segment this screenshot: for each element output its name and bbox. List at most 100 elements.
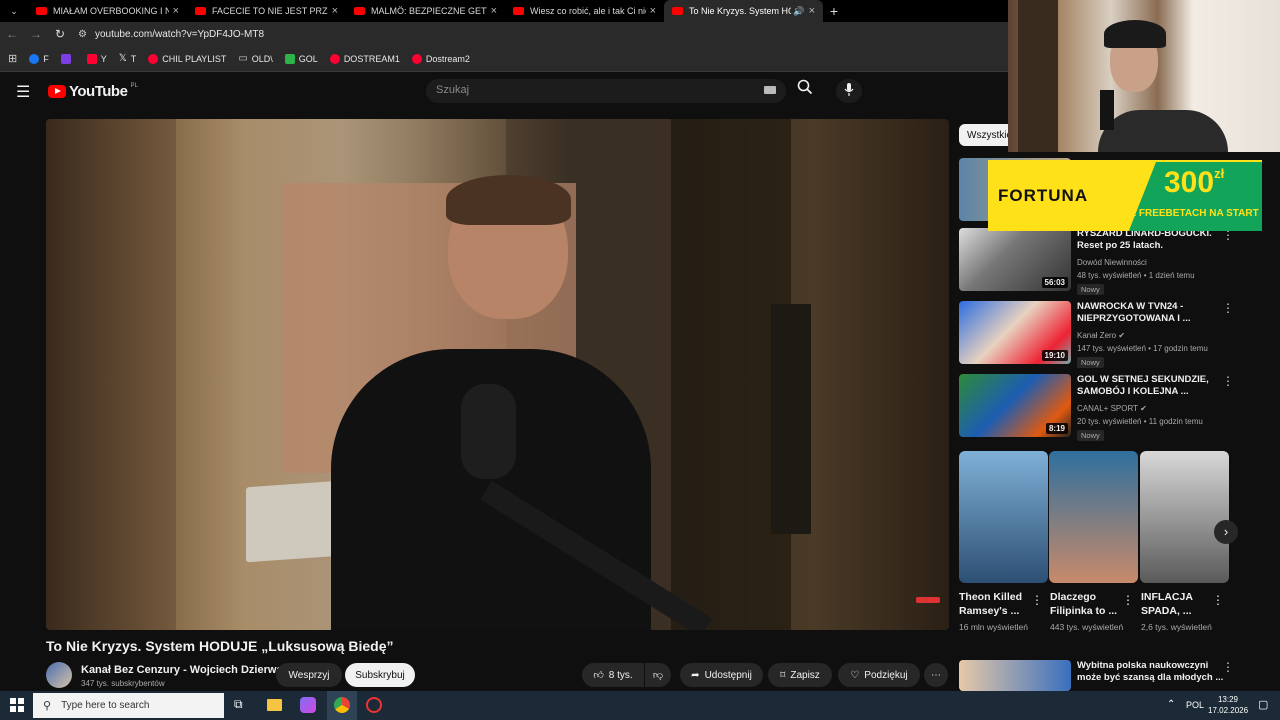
recommendation-title[interactable]: RYSZARD LINARD-BOGUCKI. Reset po 25 lata… — [1077, 228, 1227, 252]
close-tab-icon[interactable]: × — [491, 5, 497, 17]
shorts-next-button[interactable]: › — [1214, 520, 1238, 544]
bookmark-label: Dostream2 — [425, 53, 470, 64]
new-badge: Nowy — [1077, 357, 1104, 368]
recommendation-title[interactable]: Wybitna polska naukowczyni może być szan… — [1077, 660, 1227, 684]
recommendation-channel[interactable]: Dowód Niewinności — [1077, 257, 1227, 269]
bookmark-item[interactable] — [60, 53, 75, 64]
bookmark-label: DOSTREAM1 — [343, 53, 400, 64]
channel-name[interactable]: Kanał Bez Cenzury - Wojciech Dzierwa — [81, 664, 283, 676]
recommendation-meta: 147 tys. wyświetleń • 17 godzin temu — [1077, 344, 1208, 353]
browser-tab[interactable]: MALMÖ: BEZPIECZNE GETTO × — [346, 0, 505, 22]
language-indicator[interactable]: POL — [1186, 700, 1204, 710]
browser-tab[interactable]: Wiesz co robić, ale i tak Ci nie w × — [505, 0, 664, 22]
clock[interactable]: 13:29 17.02.2026 — [1208, 694, 1248, 716]
more-vertical-icon[interactable]: ⋮ — [1212, 593, 1224, 607]
youtube-favicon-icon — [354, 7, 365, 15]
browser-tab[interactable]: FACECIE TO NIE JEST PRZYPAD × — [187, 0, 346, 22]
browser-tab-active[interactable]: To Nie Kryzys. System HOD 🔊 × — [664, 0, 823, 22]
short-thumbnail[interactable] — [1140, 451, 1229, 583]
recommendation-item[interactable]: Wybitna polska naukowczyni może być szan… — [959, 660, 1259, 691]
browser-tab[interactable]: MIAŁAM OVERBOOKING I NIE × — [28, 0, 187, 22]
task-view-icon[interactable]: ⧉ — [234, 697, 243, 712]
save-button[interactable]: ⌑ Zapisz — [768, 663, 832, 687]
tray-chevron-up-icon[interactable]: ⌃ — [1167, 699, 1175, 710]
video-player[interactable] — [46, 119, 949, 630]
search-placeholder: Szukaj — [436, 84, 470, 96]
streamer-headset — [1104, 20, 1166, 48]
recommendation-title[interactable]: GOL W SETNEJ SEKUNDZIE, SAMOBÓJ I KOLEJN… — [1077, 374, 1227, 398]
forward-arrow-icon[interactable]: → — [24, 27, 48, 41]
close-tab-icon[interactable]: × — [173, 5, 179, 17]
search-button[interactable] — [792, 79, 818, 103]
video-thumbnail[interactable]: 8:19 — [959, 374, 1071, 437]
bookmark-item[interactable]: Y — [86, 53, 107, 64]
site-info-icon[interactable]: ⚙ — [78, 29, 87, 40]
bookmark-item[interactable]: GOL — [284, 53, 318, 64]
tab-title: FACECIE TO NIE JEST PRZYPAD — [212, 6, 328, 16]
url-text: youtube.com/watch?v=YpDF4JO-MT8 — [94, 28, 265, 40]
short-title[interactable]: Theon Killed Ramsey's ... — [959, 590, 1039, 618]
close-tab-icon[interactable]: × — [809, 5, 815, 17]
like-button[interactable]: 👍︎ 8 tys. — [582, 663, 644, 687]
file-explorer-icon[interactable] — [267, 699, 282, 711]
subscribe-watermark[interactable] — [916, 597, 940, 603]
ad-tagline: WE FREEBETACH NA START — [1120, 208, 1259, 219]
more-actions-button[interactable]: ⋯ — [924, 663, 948, 687]
youtube-logo[interactable]: YouTube PL — [48, 83, 138, 100]
bookmark-item[interactable]: DOSTREAM1 — [329, 53, 400, 64]
hamburger-menu-icon[interactable]: ☰ — [16, 82, 30, 102]
new-tab-icon[interactable]: + — [823, 3, 845, 19]
bookmark-item[interactable]: Dostream2 — [411, 53, 470, 64]
share-button[interactable]: ➦ Udostępnij — [680, 663, 763, 687]
ad-amount: 300zł — [1164, 166, 1224, 200]
play-button-plaque — [246, 480, 341, 563]
video-thumbnail[interactable]: 56:03 — [959, 228, 1071, 291]
channel-avatar[interactable] — [46, 662, 72, 688]
thanks-button[interactable]: ♡ Podziękuj — [838, 663, 920, 687]
recommendation-channel[interactable]: Kanał Zero ✔ — [1077, 330, 1227, 342]
bookmark-item[interactable]: F — [29, 53, 49, 64]
short-title[interactable]: Dlaczego Filipinka to ... — [1050, 590, 1130, 618]
reload-icon[interactable]: ↻ — [48, 27, 72, 41]
close-tab-icon[interactable]: × — [650, 5, 656, 17]
bookmark-label: CHIL PLAYLIST — [162, 53, 227, 64]
video-thumbnail[interactable] — [959, 660, 1071, 691]
short-thumbnail[interactable] — [1049, 451, 1138, 583]
support-button[interactable]: Wesprzyj — [276, 663, 342, 687]
bookmark-item[interactable]: CHIL PLAYLIST — [148, 53, 227, 64]
bookmark-item[interactable]: 𝕏T — [119, 53, 137, 64]
channel-label: CANAL+ SPORT — [1077, 404, 1138, 413]
more-vertical-icon[interactable]: ⋮ — [1222, 660, 1234, 674]
search-input[interactable]: Szukaj — [426, 79, 786, 103]
back-arrow-icon[interactable]: ← — [0, 27, 24, 41]
recommendation-channel[interactable]: CANAL+ SPORT ✔ — [1077, 403, 1227, 415]
short-title[interactable]: INFLACJA SPADA, ... — [1141, 590, 1221, 618]
apps-grid-icon[interactable]: ⊞ — [8, 52, 17, 65]
more-vertical-icon[interactable]: ⋮ — [1031, 593, 1043, 607]
short-views: 16 mln wyświetleń — [959, 622, 1028, 632]
keyboard-icon[interactable] — [764, 86, 776, 94]
more-vertical-icon[interactable]: ⋮ — [1222, 301, 1234, 315]
taskbar-active-app[interactable] — [327, 691, 357, 720]
subscribe-button[interactable]: Subskrybuj — [345, 663, 415, 687]
more-vertical-icon[interactable]: ⋮ — [1122, 593, 1134, 607]
bookmark-folder[interactable]: ▭ OLD\ — [238, 53, 272, 64]
close-tab-icon[interactable]: × — [332, 5, 338, 17]
tab-title: To Nie Kryzys. System HOD — [689, 6, 792, 16]
more-vertical-icon[interactable]: ⋮ — [1222, 374, 1234, 388]
notifications-icon[interactable]: ▢ — [1258, 698, 1268, 711]
recording-app-icon[interactable] — [366, 697, 382, 713]
recommendation-title[interactable]: NAWROCKA W TVN24 - NIEPRZYGOTOWANA I ... — [1077, 301, 1227, 325]
voice-search-button[interactable] — [836, 79, 862, 103]
short-thumbnail[interactable] — [959, 451, 1048, 583]
presenter-hair — [446, 175, 571, 225]
app-icon[interactable] — [300, 697, 316, 713]
speaker-icon[interactable]: 🔊 — [793, 6, 804, 17]
windows-start-icon[interactable] — [10, 698, 24, 717]
taskbar-search-input[interactable]: ⚲ Type here to search — [33, 693, 224, 718]
dislike-button[interactable]: 👎︎ — [645, 663, 671, 687]
video-thumbnail[interactable]: 19:10 — [959, 301, 1071, 364]
tab-title: MALMÖ: BEZPIECZNE GETTO — [371, 6, 487, 16]
url-field[interactable]: ⚙ youtube.com/watch?v=YpDF4JO-MT8 — [78, 29, 264, 40]
tab-search-chevron-icon[interactable]: ⌄ — [0, 6, 28, 17]
